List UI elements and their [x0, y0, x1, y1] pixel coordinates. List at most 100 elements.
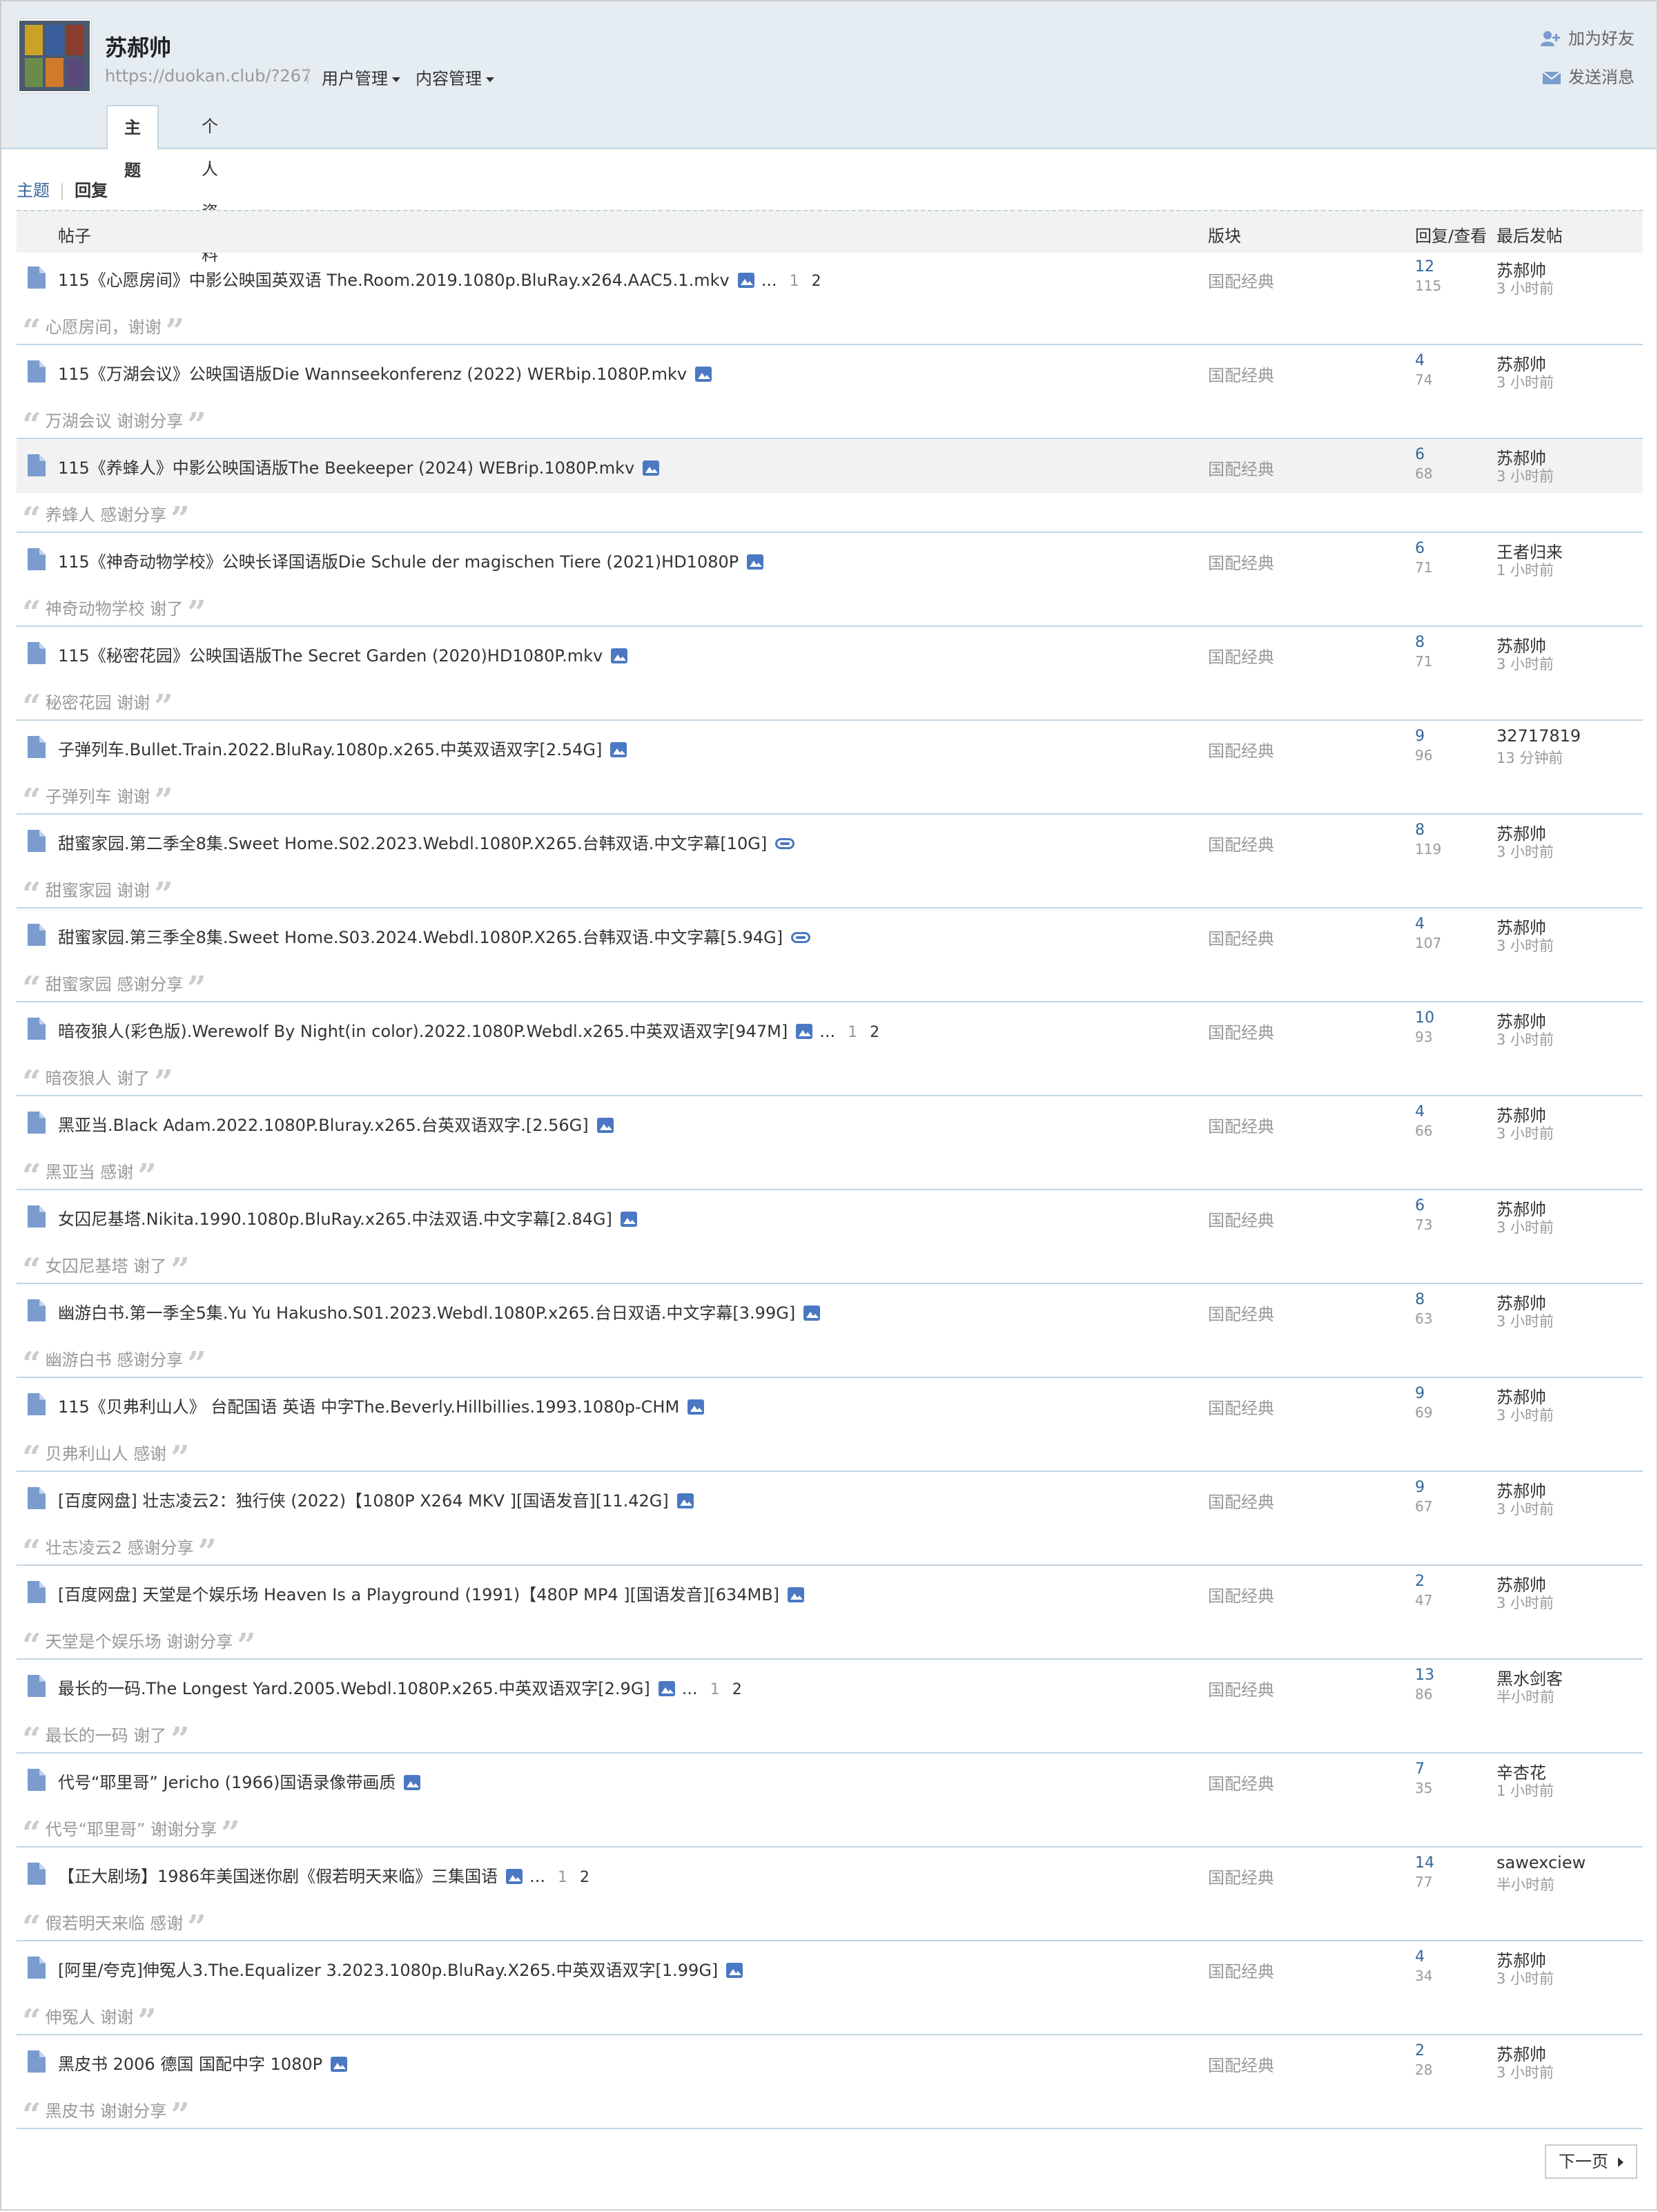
forum-link[interactable]: 国配经典: [1208, 362, 1274, 386]
reply-quote-text[interactable]: 黑亚当 感谢: [46, 1163, 134, 1182]
thread-title-text[interactable]: 子弹列车.Bullet.Train.2022.BluRay.1080p.x265…: [58, 740, 602, 759]
thread-title[interactable]: 甜蜜家园.第二季全8集.Sweet Home.S02.2023.Webdl.10…: [58, 830, 795, 854]
forum-link[interactable]: 国配经典: [1208, 1113, 1274, 1137]
thread-title[interactable]: 女囚尼基塔.Nikita.1990.1080p.BluRay.x265.中法双语…: [58, 1205, 637, 1230]
thread-title-text[interactable]: 黑皮书 2006 德国 国配中字 1080P: [58, 2055, 322, 2074]
tab-threads[interactable]: 主题: [106, 105, 159, 180]
thread-title-text[interactable]: 黑亚当.Black Adam.2022.1080P.Bluray.x265.台英…: [58, 1116, 589, 1135]
reply-quote-text[interactable]: 甜蜜家园 谢谢: [46, 881, 150, 900]
thread-title-text[interactable]: [百度网盘] 壮志凌云2：独行侠 (2022)【1080P X264 MKV ]…: [58, 1491, 669, 1511]
thread-title[interactable]: 【正大剧场】1986年美国迷你剧《假若明天来临》三集国语... 1 2: [58, 1863, 589, 1887]
last-post-time[interactable]: 3 小时前: [1496, 653, 1554, 674]
pager-page-2[interactable]: 2: [812, 273, 821, 290]
subnav-threads-link[interactable]: 主题: [17, 181, 50, 200]
thread-title[interactable]: 幽游白书.第一季全5集.Yu Yu Hakusho.S01.2023.Webdl…: [58, 1299, 821, 1323]
tab-profile[interactable]: 个人资料: [185, 105, 235, 264]
thread-title-text[interactable]: 甜蜜家园.第二季全8集.Sweet Home.S02.2023.Webdl.10…: [58, 834, 767, 853]
last-post-time[interactable]: 3 小时前: [1496, 1592, 1554, 1613]
reply-count[interactable]: 2: [1415, 2042, 1425, 2059]
last-post-time[interactable]: 13 分钟前: [1496, 747, 1563, 768]
thread-title-text[interactable]: 115《万湖会议》公映国语版Die Wannseekonferenz (2022…: [58, 365, 687, 384]
reply-quote-text[interactable]: 黑皮书 谢谢分享: [46, 2102, 167, 2121]
reply-count[interactable]: 12: [1415, 258, 1434, 275]
next-page-button[interactable]: 下一页: [1545, 2144, 1637, 2179]
reply-count[interactable]: 4: [1415, 1948, 1425, 1966]
add-friend-button[interactable]: 加为好友: [1541, 25, 1635, 49]
last-post-time[interactable]: 3 小时前: [1496, 935, 1554, 955]
forum-link[interactable]: 国配经典: [1208, 1395, 1274, 1419]
forum-link[interactable]: 国配经典: [1208, 643, 1274, 668]
reply-quote-text[interactable]: 养蜂人 感谢分享: [46, 505, 167, 525]
forum-link[interactable]: 国配经典: [1208, 550, 1274, 574]
reply-count[interactable]: 9: [1415, 728, 1425, 745]
reply-count[interactable]: 4: [1415, 352, 1425, 369]
thread-title[interactable]: 115《心愿房间》中影公映国英双语 The.Room.2019.1080p.Bl…: [58, 266, 821, 291]
thread-title[interactable]: 115《神奇动物学校》公映长译国语版Die Schule der magisch…: [58, 548, 764, 572]
reply-quote-text[interactable]: 代号“耶里哥” 谢谢分享: [46, 1820, 217, 1839]
user-management-menu[interactable]: 用户管理: [322, 65, 400, 89]
last-post-time[interactable]: 1 小时前: [1496, 1780, 1554, 1801]
thread-title-text[interactable]: 幽游白书.第一季全5集.Yu Yu Hakusho.S01.2023.Webdl…: [58, 1303, 795, 1323]
pager-page-1[interactable]: 1: [710, 1681, 720, 1698]
last-post-time[interactable]: 3 小时前: [1496, 1968, 1554, 1988]
last-post-time[interactable]: 3 小时前: [1496, 278, 1554, 298]
thread-title-text[interactable]: 115《神奇动物学校》公映长译国语版Die Schule der magisch…: [58, 552, 739, 572]
last-post-time[interactable]: 半小时前: [1496, 1874, 1554, 1894]
thread-title[interactable]: 甜蜜家园.第三季全8集.Sweet Home.S03.2024.Webdl.10…: [58, 924, 811, 948]
thread-title-text[interactable]: 115《贝弗利山人》 台配国语 英语 中字The.Beverly.Hillbil…: [58, 1397, 679, 1417]
last-post-time[interactable]: 3 小时前: [1496, 1404, 1554, 1425]
reply-quote-text[interactable]: 天堂是个娱乐场 谢谢分享: [46, 1632, 233, 1651]
forum-link[interactable]: 国配经典: [1208, 456, 1274, 480]
thread-title[interactable]: 115《万湖会议》公映国语版Die Wannseekonferenz (2022…: [58, 360, 712, 385]
last-post-time[interactable]: 3 小时前: [1496, 1029, 1554, 1049]
reply-count[interactable]: 2: [1415, 1573, 1425, 1590]
reply-count[interactable]: 9: [1415, 1479, 1425, 1496]
reply-quote-text[interactable]: 女囚尼基塔 谢了: [46, 1257, 167, 1276]
thread-title[interactable]: [百度网盘] 天堂是个娱乐场 Heaven Is a Playground (1…: [58, 1581, 805, 1605]
thread-title-text[interactable]: 【正大剧场】1986年美国迷你剧《假若明天来临》三集国语: [58, 1867, 498, 1886]
thread-title[interactable]: 代号“耶里哥” Jericho (1966)国语录像带画质: [58, 1769, 421, 1793]
reply-count[interactable]: 10: [1415, 1009, 1434, 1027]
user-url[interactable]: https://duokan.club/?267: [105, 66, 311, 86]
last-post-user[interactable]: 32717819: [1496, 726, 1581, 746]
last-post-time[interactable]: 1 小时前: [1496, 559, 1554, 580]
thread-title[interactable]: 暗夜狼人(彩色版).Werewolf By Night(in color).20…: [58, 1018, 879, 1042]
subnav-replies-link[interactable]: 回复: [75, 181, 108, 200]
thread-title[interactable]: 最长的一码.The Longest Yard.2005.Webdl.1080P.…: [58, 1675, 742, 1699]
thread-title[interactable]: 子弹列车.Bullet.Train.2022.BluRay.1080p.x265…: [58, 736, 627, 760]
reply-count[interactable]: 4: [1415, 1103, 1425, 1120]
thread-title[interactable]: 115《秘密花园》公映国语版The Secret Garden (2020)HD…: [58, 642, 628, 666]
forum-link[interactable]: 国配经典: [1208, 1770, 1274, 1794]
forum-link[interactable]: 国配经典: [1208, 1582, 1274, 1607]
pager-page-1[interactable]: 1: [848, 1024, 857, 1041]
pager-page-2[interactable]: 2: [580, 1869, 589, 1886]
thread-title[interactable]: 115《贝弗利山人》 台配国语 英语 中字The.Beverly.Hillbil…: [58, 1393, 705, 1417]
reply-count[interactable]: 8: [1415, 1291, 1425, 1308]
reply-quote-text[interactable]: 幽游白书 感谢分享: [46, 1350, 184, 1370]
reply-count[interactable]: 9: [1415, 1385, 1425, 1402]
forum-link[interactable]: 国配经典: [1208, 1488, 1274, 1513]
reply-quote-text[interactable]: 伸冤人 谢谢: [46, 2008, 134, 2027]
thread-title-text[interactable]: 最长的一码.The Longest Yard.2005.Webdl.1080P.…: [58, 1679, 650, 1698]
last-post-time[interactable]: 半小时前: [1496, 1686, 1554, 1707]
reply-count[interactable]: 6: [1415, 540, 1425, 557]
reply-quote-text[interactable]: 壮志凌云2 感谢分享: [46, 1538, 194, 1558]
pager-page-1[interactable]: 1: [558, 1869, 567, 1886]
reply-quote-text[interactable]: 暗夜狼人 谢了: [46, 1069, 150, 1088]
reply-quote-text[interactable]: 神奇动物学校 谢了: [46, 599, 184, 619]
reply-quote-text[interactable]: 假若明天来临 感谢: [46, 1914, 184, 1933]
last-post-time[interactable]: 3 小时前: [1496, 841, 1554, 862]
last-post-time[interactable]: 3 小时前: [1496, 2061, 1554, 2082]
pager-page-1[interactable]: 1: [790, 273, 799, 290]
thread-title-text[interactable]: 115《心愿房间》中影公映国英双语 The.Room.2019.1080p.Bl…: [58, 271, 730, 290]
reply-quote-text[interactable]: 秘密花园 谢谢: [46, 693, 150, 712]
thread-title-text[interactable]: 暗夜狼人(彩色版).Werewolf By Night(in color).20…: [58, 1022, 788, 1041]
last-post-time[interactable]: 3 小时前: [1496, 1498, 1554, 1519]
forum-link[interactable]: 国配经典: [1208, 1864, 1274, 1888]
forum-link[interactable]: 国配经典: [1208, 831, 1274, 855]
reply-count[interactable]: 4: [1415, 915, 1425, 933]
last-post-time[interactable]: 3 小时前: [1496, 1216, 1554, 1237]
thread-title[interactable]: [阿里/夸克]伸冤人3.The.Equalizer 3.2023.1080p.B…: [58, 1957, 743, 1981]
reply-quote-text[interactable]: 万湖会议 谢谢分享: [46, 411, 184, 431]
thread-title-text[interactable]: 115《秘密花园》公映国语版The Secret Garden (2020)HD…: [58, 646, 603, 666]
